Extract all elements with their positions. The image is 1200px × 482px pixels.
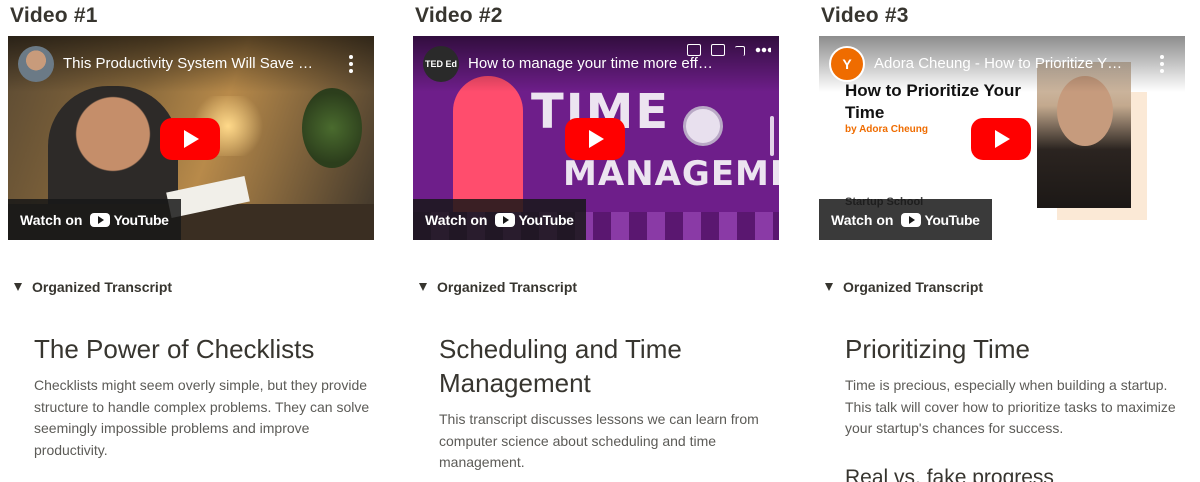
scrollbar[interactable]: [770, 116, 774, 156]
youtube-wordmark: YouTube: [924, 211, 980, 228]
toggle-triangle-icon[interactable]: [14, 283, 22, 291]
youtube-embed[interactable]: TIME MANAGEMENT TED Ed How to manage you…: [413, 36, 779, 240]
embed-video-title[interactable]: Adora Cheung - How to Prioritize Y…: [874, 55, 1145, 72]
section-title: Scheduling and Time Management: [439, 334, 682, 398]
youtube-logo-icon: YouTube: [901, 211, 980, 228]
youtube-wordmark: YouTube: [113, 211, 169, 228]
share-icon[interactable]: [735, 46, 745, 56]
more-vertical-icon[interactable]: [342, 50, 360, 78]
organized-transcript-toggle[interactable]: Organized Transcript: [825, 279, 983, 295]
video-heading: Video #2: [415, 4, 503, 27]
section-subheading: Real vs. fake progress: [845, 466, 1054, 482]
play-button[interactable]: [160, 118, 220, 160]
video-column-2: Video #2 TIME MANAGEMENT TED Ed How to m…: [413, 0, 779, 482]
thumbnail-author: by Adora Cheung: [845, 124, 928, 135]
channel-avatar[interactable]: [18, 46, 54, 82]
toggle-label: Organized Transcript: [843, 279, 984, 295]
youtube-embed[interactable]: How to Prioritize Your Time by Adora Che…: [819, 36, 1185, 240]
section-body: Time is precious, especially when buildi…: [845, 377, 1176, 436]
embed-video-title[interactable]: How to manage your time more eff…: [468, 55, 739, 72]
channel-avatar[interactable]: Y: [829, 46, 865, 82]
section-body: Checklists might seem overly simple, but…: [34, 377, 370, 458]
youtube-logo-icon: YouTube: [495, 211, 574, 228]
play-button[interactable]: [565, 118, 625, 160]
embed-video-title[interactable]: This Productivity System Will Save …: [63, 55, 334, 72]
queue-icon[interactable]: [711, 44, 725, 56]
thumbnail-plant: [302, 88, 362, 168]
organized-transcript-toggle[interactable]: Organized Transcript: [14, 279, 172, 295]
play-icon: [184, 130, 199, 148]
video-column-3: Video #3 How to Prioritize Your Time by …: [819, 0, 1185, 482]
youtube-logo-icon: YouTube: [90, 211, 169, 228]
watch-on-label: Watch on: [425, 211, 488, 228]
clock-icon: [683, 106, 723, 146]
play-icon: [589, 130, 604, 148]
video-column-1: Video #1 This Productivity System Will S…: [8, 0, 374, 482]
section-title: The Power of Checklists: [34, 334, 315, 364]
watch-on-label: Watch on: [20, 211, 83, 228]
watch-on-youtube-button[interactable]: Watch on YouTube: [819, 199, 992, 240]
watch-on-youtube-button[interactable]: Watch on YouTube: [8, 199, 181, 240]
play-icon: [995, 130, 1010, 148]
embed-title-bar: This Productivity System Will Save …: [8, 36, 374, 92]
video-heading: Video #1: [10, 4, 98, 27]
section-body: This transcript discusses lessons we can…: [439, 411, 759, 470]
video-heading: Video #3: [821, 4, 909, 27]
play-button[interactable]: [971, 118, 1031, 160]
toggle-triangle-icon[interactable]: [825, 283, 833, 291]
toggle-triangle-icon[interactable]: [419, 283, 427, 291]
more-horizontal-icon[interactable]: [755, 44, 771, 56]
channel-avatar[interactable]: TED Ed: [423, 46, 459, 82]
toggle-label: Organized Transcript: [32, 279, 173, 295]
toggle-label: Organized Transcript: [437, 279, 578, 295]
section-title: Prioritizing Time: [845, 334, 1030, 364]
youtube-embed[interactable]: This Productivity System Will Save … Wat…: [8, 36, 374, 240]
organized-transcript-toggle[interactable]: Organized Transcript: [419, 279, 577, 295]
embed-toolbar: [687, 44, 771, 56]
youtube-wordmark: YouTube: [518, 211, 574, 228]
watch-on-label: Watch on: [831, 211, 894, 228]
thumbnail-text-management: MANAGEMENT: [563, 154, 779, 194]
watch-on-youtube-button[interactable]: Watch on YouTube: [413, 199, 586, 240]
comment-icon[interactable]: [687, 44, 701, 56]
embed-title-bar: Y Adora Cheung - How to Prioritize Y…: [819, 36, 1185, 92]
more-vertical-icon[interactable]: [1153, 50, 1171, 78]
